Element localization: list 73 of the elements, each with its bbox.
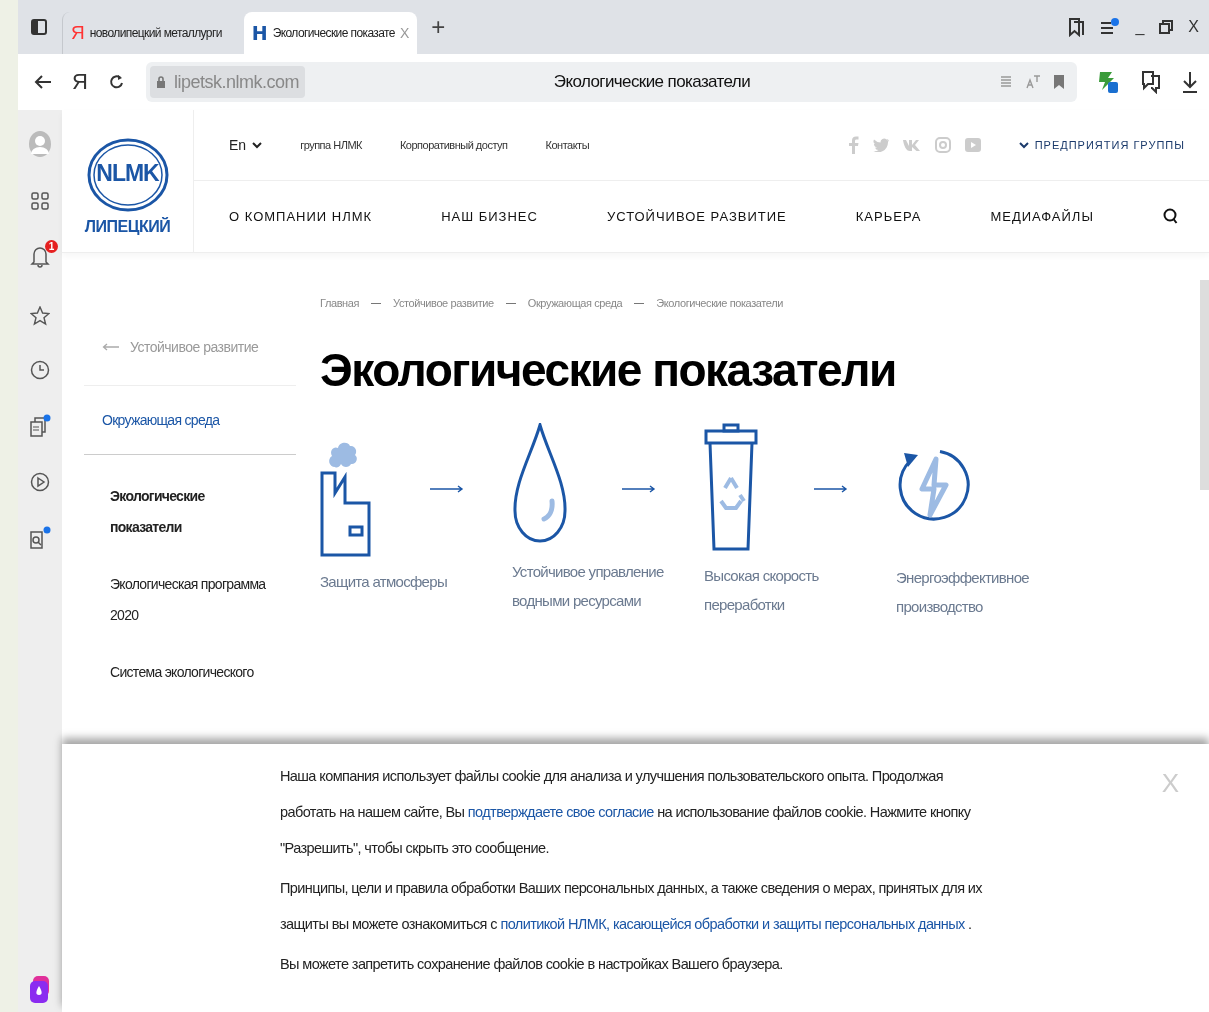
minimize-button[interactable]: _ <box>1135 18 1145 36</box>
breadcrumb: Экологические показатели <box>656 297 783 309</box>
chevron-icon <box>252 141 263 149</box>
address-bar[interactable]: lipetsk.nlmk.com Экологические показатели <box>145 62 1077 102</box>
nav-link[interactable]: УСТОЙЧИВОЕ РАЗВИТИЕ <box>606 209 787 224</box>
top-link[interactable]: Корпоративный доступ <box>399 139 508 151</box>
nlmk-logo-icon[interactable] <box>86 138 169 212</box>
notification-badge: 1 <box>45 240 58 253</box>
clock-icon[interactable] <box>30 360 50 380</box>
breadcrumb[interactable]: Главная <box>320 297 360 309</box>
star-icon[interactable] <box>30 306 50 326</box>
tab-title: новолипецкий металлурги <box>89 26 222 40</box>
reload-icon[interactable] <box>107 73 126 91</box>
lock-icon <box>155 75 166 89</box>
extension-icon[interactable] <box>1097 70 1119 94</box>
new-tab-button[interactable]: + <box>431 13 446 41</box>
cookie-notice-text: Вы можете запретить сохранение файлов cookie в настройках Вашего браузера. <box>280 955 784 974</box>
search-icon[interactable] <box>1162 207 1179 226</box>
yandex-home-button[interactable]: Я <box>72 69 88 95</box>
step-label: Энергоэффективное производство <box>896 568 1030 617</box>
favicon: Я <box>71 22 85 44</box>
menu-icon[interactable] <box>1099 17 1122 37</box>
nav-link[interactable]: КАРЬЕРА <box>855 209 922 224</box>
step-label: Высокая скорость переработки <box>704 566 820 615</box>
scrollbar-thumb[interactable] <box>1200 280 1209 490</box>
play-icon[interactable] <box>30 472 50 492</box>
browser-tab[interactable]: Н Экологические показате X <box>243 12 418 54</box>
bookmark-icon[interactable] <box>1053 74 1065 90</box>
site-domain: lipetsk.nlmk.com <box>149 66 305 98</box>
protect-icon[interactable] <box>1139 70 1161 94</box>
top-link[interactable]: Контакты <box>545 139 590 151</box>
recycle-bin-icon <box>704 423 758 551</box>
download-icon[interactable] <box>1181 70 1199 94</box>
arrow-right-icon <box>814 485 848 493</box>
group-companies-link[interactable]: ПРЕДПРИЯТИЯ ГРУППЫ <box>1018 139 1185 151</box>
page-title: Экологические показатели <box>552 72 752 92</box>
collections-icon[interactable] <box>29 414 51 438</box>
close-button[interactable]: X <box>1188 18 1199 36</box>
text-link[interactable]: подтверждаете свое согласие <box>467 804 654 820</box>
logo-city: ЛИПЕЦКИЙ <box>84 218 171 236</box>
breadcrumb[interactable]: Окружающая среда <box>527 297 623 309</box>
nav-link[interactable]: О КОМПАНИИ НЛМК <box>229 209 373 224</box>
menu-item[interactable]: Система экологического <box>84 631 296 688</box>
document-search-icon[interactable] <box>29 526 51 550</box>
alice-icon[interactable] <box>29 976 51 1004</box>
nav-link[interactable]: НАШ БИЗНЕС <box>441 209 538 224</box>
logo-text: NLMK <box>96 160 159 187</box>
breadcrumb[interactable]: Устойчивое развитие <box>393 297 494 309</box>
chevron-icon <box>1018 141 1029 149</box>
back-icon[interactable] <box>34 74 52 90</box>
bell-icon[interactable] <box>30 244 50 268</box>
top-link[interactable]: группа НЛМК <box>300 139 362 151</box>
text-link[interactable]: политикой НЛМК, касающейся обработки и защиты <box>500 916 825 932</box>
language-selector[interactable]: En <box>229 137 263 153</box>
page-heading: Экологические показатели <box>320 347 897 393</box>
tab-title: Экологические показате <box>272 26 395 40</box>
cookie-notice-text: Принципы, цели и правила обработки Ваших персональных данных, а также сведения о мерах, принятых для их защиты вы можете ознакомиться с политикой НЛМК, касающейся обработки и защиты персональных данных . <box>280 879 983 934</box>
bookmarks-icon[interactable] <box>1067 17 1086 37</box>
apps-icon[interactable] <box>31 192 49 210</box>
cookie-notice-text: Наша компания использует файлы cookie для анализа и улучшения пользовательского опыта. Продолжая работать на нашем сайте, Вы подтверждаете свое согласие на использование файлов cookie. Нажмите кнопку "Разрешить", чтобы скрыть это сообщение. <box>280 767 972 858</box>
menu-item[interactable]: Экологические показатели <box>84 455 296 543</box>
menu-item[interactable]: Экологическая программа 2020 <box>84 543 296 631</box>
arrow-left-icon <box>102 343 120 351</box>
arrow-right-icon <box>430 485 464 493</box>
favicon: Н <box>251 22 268 44</box>
restore-icon[interactable] <box>1158 19 1175 35</box>
step-label: Защита атмосферы <box>320 572 448 592</box>
menu-section[interactable]: Окружающая среда <box>84 386 296 455</box>
arrow-right-icon <box>622 485 656 493</box>
nav-link[interactable]: МЕДИАФАЙЛЫ <box>990 209 1094 224</box>
text-link[interactable]: персональных данных <box>824 916 965 932</box>
tabs-panel-icon[interactable] <box>30 18 48 36</box>
step-label: Устойчивое управление водными ресурсами <box>512 562 665 611</box>
